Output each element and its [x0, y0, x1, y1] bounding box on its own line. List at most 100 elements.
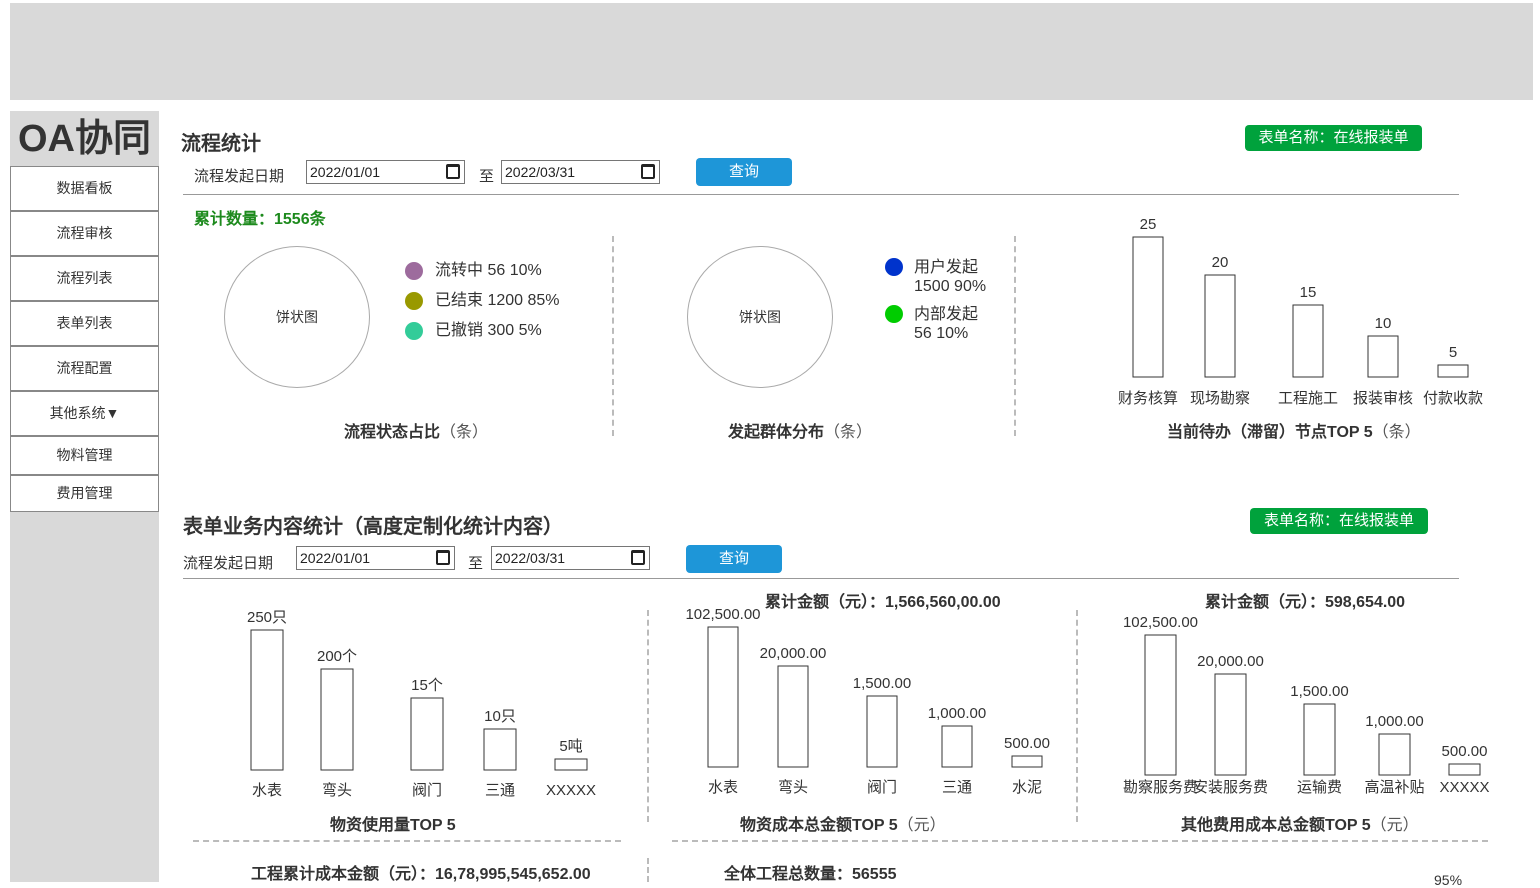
category-label: 安装服务费	[1193, 779, 1268, 796]
bar	[1448, 763, 1481, 776]
nav-item-dashboard[interactable]: 数据看板	[10, 166, 159, 211]
chart-title: 流程状态占比（条）	[344, 418, 488, 442]
data-label: 20	[1212, 254, 1229, 271]
data-label: 10	[1375, 315, 1392, 332]
bar	[1378, 733, 1411, 776]
category-label: 水泥	[1012, 779, 1042, 796]
data-label: 20,000.00	[1197, 653, 1264, 670]
app-logo: OA协同	[17, 118, 151, 160]
legend-dot	[405, 262, 423, 280]
form-name-badge: 表单名称：在线报装单	[1250, 508, 1428, 534]
divider	[193, 840, 621, 842]
bar	[1367, 335, 1399, 378]
data-label: 25	[1140, 216, 1157, 233]
category-label: 三通	[942, 779, 972, 796]
legend-item: 已撤销 300 5%	[435, 322, 542, 339]
legend-dot	[885, 258, 903, 276]
category-label: 运输费	[1297, 779, 1342, 796]
category-label: 财务核算	[1118, 389, 1178, 407]
chart-title-text: 其他费用成本总金额TOP 5	[1181, 817, 1371, 834]
date-to-value: 2022/03/31	[495, 550, 566, 566]
category-label: 水表	[708, 779, 738, 796]
data-label: 5	[1449, 344, 1457, 361]
data-label: 15	[1300, 284, 1317, 301]
nav-item-expenses[interactable]: 费用管理	[10, 475, 159, 512]
chart-title-text: 物资成本总金额TOP 5	[740, 817, 898, 834]
date-label: 流程发起日期	[183, 555, 274, 572]
bar	[777, 665, 809, 768]
bar-chart-pending-nodes: 25 财务核算 20 现场勘察 15 工程施工 10 报装审核 5 付款收款	[1118, 216, 1483, 407]
data-label: 1,500.00	[1290, 683, 1348, 700]
chart-title-text: 物资使用量TOP 5	[330, 817, 456, 834]
nav-item-process-config[interactable]: 流程配置	[10, 346, 159, 391]
nav-item-materials[interactable]: 物料管理	[10, 436, 159, 475]
category-label: 付款收款	[1423, 390, 1483, 407]
nav-item-process-review[interactable]: 流程审核	[10, 211, 159, 256]
chart-title-text: 发起群体分布	[728, 424, 825, 441]
bar	[483, 728, 517, 771]
date-to-input[interactable]: 2022/03/31	[491, 546, 650, 570]
divider	[647, 610, 649, 822]
chart-title-text: 当前待办（滞留）节点TOP 5	[1167, 424, 1373, 441]
data-label: 20,000.00	[760, 645, 827, 662]
chart-title: 其他费用成本总金额TOP 5（元）	[1181, 811, 1419, 835]
category-label: 阀门	[412, 782, 442, 799]
chart-unit: （条）	[1372, 424, 1421, 441]
total-project-cost: 工程累计成本金额（元）：16,78,995,545,652.00	[251, 866, 591, 883]
category-label: 现场勘察	[1190, 389, 1250, 407]
bar	[1204, 274, 1236, 378]
category-label: 高温补贴	[1364, 779, 1424, 796]
form-name-badge: 表单名称：在线报装单	[1245, 125, 1422, 151]
data-label: 102,500.00	[1123, 614, 1198, 631]
date-to-input[interactable]: 2022/03/31	[501, 160, 660, 184]
query-button[interactable]: 查询	[686, 545, 782, 573]
chart-unit: （元）	[1370, 817, 1419, 834]
sidebar: OA协同 数据看板 流程审核 流程列表 表单列表 流程配置 其他系统▼ 物料管理…	[10, 111, 159, 882]
category-label: 水表	[252, 782, 282, 799]
divider	[612, 236, 614, 436]
calendar-icon[interactable]	[436, 550, 450, 565]
category-label: 勘察服务费	[1123, 778, 1198, 796]
section-title-form-business: 表单业务内容统计（高度定制化统计内容）	[183, 516, 563, 538]
bar	[1132, 236, 1164, 378]
nav-item-process-list[interactable]: 流程列表	[10, 256, 159, 301]
calendar-icon[interactable]	[631, 550, 645, 565]
legend-item: 已结束 1200 85%	[435, 292, 560, 309]
nav-item-other-systems[interactable]: 其他系统▼	[10, 391, 159, 436]
bar	[1292, 304, 1324, 378]
date-to-label: 至	[468, 555, 484, 572]
data-label: 500.00	[1442, 743, 1488, 760]
legend-dot	[405, 292, 423, 310]
pie-chart-initiators: 饼状图	[687, 246, 833, 388]
category-label: 报装审核	[1353, 390, 1413, 407]
bar	[866, 695, 898, 768]
data-label: 1,500.00	[853, 675, 911, 692]
chart-title: 发起群体分布（条）	[728, 418, 872, 442]
calendar-icon[interactable]	[641, 164, 655, 179]
total-count: 累计数量：1556条	[194, 211, 326, 228]
calendar-icon[interactable]	[446, 164, 460, 179]
bar	[941, 725, 973, 768]
legend-value: 56 10%	[914, 325, 969, 342]
query-button[interactable]: 查询	[696, 158, 792, 186]
data-label: 5吨	[559, 738, 582, 755]
bar	[554, 758, 588, 771]
chart-title: 物资使用量TOP 5	[330, 811, 456, 835]
legend-dot	[405, 322, 423, 340]
data-label: 500.00	[1004, 735, 1050, 752]
bar	[1214, 673, 1247, 776]
bar	[1144, 634, 1177, 776]
bar	[410, 697, 444, 771]
divider	[647, 858, 649, 882]
category-label: 工程施工	[1278, 390, 1338, 407]
date-from-input[interactable]: 2022/01/01	[296, 546, 455, 570]
divider	[672, 840, 1488, 842]
date-from-value: 2022/01/01	[310, 164, 381, 180]
data-label: 102,500.00	[685, 606, 760, 623]
bar-chart-other-cost: 102,500.00 勘察服务费 20,000.00 安装服务费 1,500.00 运输费…	[1123, 614, 1490, 796]
divider	[183, 194, 1459, 195]
chart-unit: （条）	[440, 424, 489, 441]
bar-chart-material-cost: 102,500.00 水表 20,000.00 弯头 1,500.00 阀门 1,000.0…	[685, 606, 1050, 796]
nav-item-form-list[interactable]: 表单列表	[10, 301, 159, 346]
date-from-input[interactable]: 2022/01/01	[306, 160, 465, 184]
